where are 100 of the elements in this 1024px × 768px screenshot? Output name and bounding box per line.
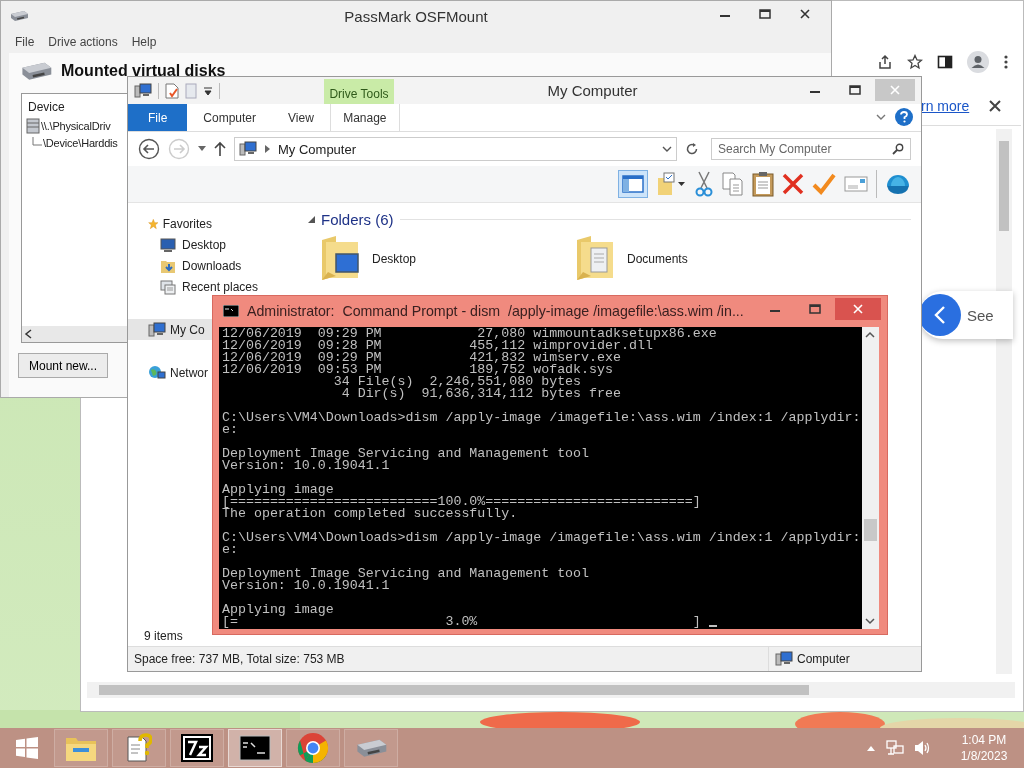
console-line: Deployment Image Servicing and Management tool — [222, 568, 590, 580]
refresh-icon[interactable] — [685, 142, 699, 156]
computer-icon — [239, 141, 257, 157]
console-line: 12/06/2019 09:28 PM 455,112 wimprovider.dll — [222, 340, 653, 352]
nav-item[interactable]: Desktop — [128, 234, 227, 255]
globe-icon[interactable] — [885, 172, 911, 196]
device-item[interactable]: \Device\Harddis — [43, 137, 118, 149]
folder-item[interactable]: Desktop — [372, 252, 417, 266]
console-line: [= 3.0% ] — [222, 616, 701, 628]
nav-item[interactable]: Downloads — [128, 255, 242, 276]
window-title: My Computer — [547, 82, 638, 99]
folder-item[interactable]: Documents — [627, 252, 688, 266]
folder-options-icon[interactable] — [656, 172, 686, 196]
status-text: Space free: 737 MB, Total size: 753 MB — [134, 652, 345, 666]
share-icon[interactable] — [877, 54, 893, 70]
ribbon-tab[interactable]: Computer — [187, 104, 273, 131]
window-title: PassMark OSFMount — [344, 8, 488, 25]
console-line: Version: 10.0.19041.1 — [222, 460, 390, 472]
taskbar-app[interactable] — [228, 729, 282, 767]
browser-icon — [297, 732, 329, 764]
nav-item[interactable]: Networ — [128, 362, 212, 383]
scrollbar[interactable] — [87, 682, 1015, 698]
location-text: Computer — [797, 652, 850, 666]
recent-places-icon — [160, 278, 176, 295]
scrollbar[interactable] — [862, 327, 879, 629]
ribbon-tab[interactable]: Manage — [329, 104, 400, 131]
maximize-icon — [809, 304, 821, 314]
side-panel-icon[interactable] — [937, 54, 953, 70]
database-icon — [26, 117, 40, 135]
drive-icon — [354, 737, 388, 759]
speaker-icon[interactable] — [914, 740, 932, 756]
preview-pane-button[interactable] — [618, 170, 648, 198]
close-icon — [890, 85, 900, 95]
console-icon — [239, 735, 271, 761]
question-mark-icon — [900, 111, 908, 123]
computer-icon — [775, 651, 793, 667]
scroll-thumb[interactable] — [999, 141, 1009, 231]
item-count: 9 items — [144, 629, 183, 643]
delete-icon[interactable] — [782, 173, 804, 195]
address-field[interactable]: My Computer — [234, 137, 677, 161]
chevron-down-icon[interactable] — [662, 145, 672, 153]
menu-item[interactable]: File — [15, 35, 35, 49]
console-line: Version: 10.0.19041.1 — [222, 580, 390, 592]
card-icon[interactable] — [844, 176, 868, 192]
nav-item[interactable]: Favorites — [128, 213, 212, 234]
scrollbar[interactable] — [22, 326, 127, 342]
computer-icon — [134, 82, 152, 99]
search-icon[interactable] — [892, 143, 904, 155]
dropdown-icon[interactable] — [203, 85, 213, 96]
column-header[interactable]: Device — [28, 100, 65, 114]
properties-icon[interactable] — [165, 82, 179, 99]
scroll-up-icon[interactable] — [865, 331, 875, 339]
console-line: 12/06/2019 09:29 PM 27,080 wimmountadksetupx86.exe — [222, 328, 717, 340]
cut-icon[interactable] — [694, 171, 714, 197]
help-document-icon — [126, 733, 152, 763]
chevron-up-icon[interactable] — [866, 744, 876, 752]
mount-new-button[interactable]: Mount new... — [18, 353, 108, 378]
back-icon[interactable] — [138, 138, 160, 160]
device-item[interactable]: \\.\PhysicalDriv — [41, 120, 111, 132]
console-line: C:\Users\VM4\Downloads>dism /apply-image /imagefile:\ass.wim /index:1 /applydir: — [222, 532, 861, 544]
learn-more-link[interactable]: rn more — [921, 98, 970, 114]
scrollbar[interactable] — [996, 129, 1012, 674]
console-line: 12/06/2019 09:53 PM 189,752 wofadk.sys — [222, 364, 613, 376]
layout-icon — [622, 175, 644, 193]
console-line: e: — [222, 424, 238, 436]
nav-item[interactable]: My Co — [128, 319, 212, 340]
console-line: Applying image — [222, 484, 334, 496]
taskbar-app[interactable] — [170, 729, 224, 767]
scroll-down-icon[interactable] — [865, 617, 875, 625]
section-heading[interactable]: Folders (6) — [321, 211, 394, 228]
console-line: The operation completed successfully. — [222, 508, 518, 520]
collapse-triangle-icon[interactable] — [308, 216, 315, 223]
scroll-thumb[interactable] — [99, 685, 809, 695]
search-field[interactable]: Search My Computer — [711, 138, 911, 160]
archive-app-icon — [181, 734, 213, 762]
maximize-icon — [759, 9, 771, 19]
ribbon-tab[interactable]: File — [128, 104, 188, 131]
console-line: [==========================100.0%==========================] — [222, 496, 701, 508]
menu-icon[interactable] — [1003, 54, 1009, 70]
profile-icon[interactable] — [967, 51, 989, 73]
side-button[interactable]: See — [919, 291, 1013, 339]
tree-line-icon — [32, 137, 42, 149]
console-line: 4 Dir(s) 91,636,314,112 bytes free — [340, 388, 621, 400]
ribbon-tab[interactable]: View — [272, 104, 330, 131]
text-cursor — [708, 625, 717, 627]
menu-item[interactable]: Help — [131, 35, 157, 49]
desktop-icon — [160, 237, 176, 252]
checkmark-icon[interactable] — [812, 173, 836, 195]
dropdown-icon[interactable] — [198, 146, 206, 152]
menu-item[interactable]: Drive actions — [48, 35, 118, 49]
nav-item[interactable]: Recent places — [128, 276, 259, 297]
breadcrumb-arrow-icon[interactable] — [265, 145, 270, 153]
close-icon — [800, 9, 810, 19]
star-icon[interactable] — [907, 54, 923, 70]
context-tab-label: Drive Tools — [324, 79, 394, 104]
chevron-left-icon — [933, 305, 947, 325]
paste-icon[interactable] — [752, 171, 774, 197]
up-arrow-icon[interactable] — [214, 141, 226, 157]
scroll-thumb[interactable] — [864, 519, 877, 541]
help-icon[interactable] — [895, 108, 913, 126]
